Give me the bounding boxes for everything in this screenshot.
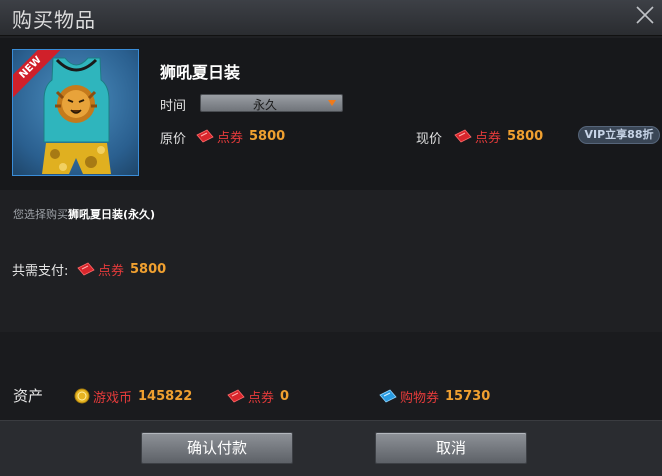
ticket-amount: 0 bbox=[280, 388, 290, 404]
red-ticket-icon bbox=[196, 129, 214, 143]
close-icon[interactable] bbox=[634, 4, 656, 26]
assets-label: 资产 bbox=[13, 387, 44, 405]
current-price-value: 5800 bbox=[507, 128, 544, 144]
confirm-payment-button[interactable]: 确认付款 bbox=[141, 432, 293, 464]
item-thumbnail: NEW bbox=[12, 49, 139, 176]
original-price: 点券 5800 bbox=[195, 127, 286, 146]
current-price-currency: 点券 bbox=[475, 130, 502, 146]
summary-item-name: 狮吼夏日装 bbox=[68, 208, 123, 221]
asset-voucher: 购物券 15730 bbox=[378, 387, 491, 406]
asset-ticket: 点券 0 bbox=[226, 387, 290, 406]
red-ticket-icon bbox=[77, 262, 95, 276]
original-price-label: 原价 bbox=[160, 132, 187, 147]
blue-ticket-icon bbox=[379, 389, 397, 403]
red-ticket-icon bbox=[227, 389, 245, 403]
purchase-summary: 您选择购买狮吼夏日装(永久) bbox=[13, 206, 155, 222]
footer bbox=[0, 420, 662, 476]
voucher-label: 购物券 bbox=[400, 390, 440, 406]
voucher-amount: 15730 bbox=[445, 388, 491, 404]
asset-game-coin: 游戏币 145822 bbox=[74, 387, 193, 406]
ticket-label: 点券 bbox=[248, 390, 275, 406]
gold-coin-icon bbox=[74, 388, 90, 404]
cancel-button[interactable]: 取消 bbox=[375, 432, 527, 464]
vip-discount-badge: VIP立享88折 bbox=[578, 126, 660, 144]
time-label: 时间 bbox=[160, 99, 187, 114]
summary-prefix: 您选择购买 bbox=[13, 208, 68, 221]
total-amount: 5800 bbox=[130, 261, 167, 277]
game-coin-label: 游戏币 bbox=[93, 390, 133, 406]
current-price: 点券 5800 bbox=[453, 127, 544, 146]
duration-select[interactable]: 永久 bbox=[200, 94, 343, 112]
total-label: 共需支付: bbox=[12, 264, 69, 279]
red-ticket-icon bbox=[454, 129, 472, 143]
total-price: 点券 5800 bbox=[76, 260, 167, 279]
dialog-title: 购买物品 bbox=[12, 8, 96, 32]
chevron-down-icon bbox=[328, 100, 336, 106]
current-price-label: 现价 bbox=[416, 132, 443, 147]
original-price-value: 5800 bbox=[249, 128, 286, 144]
item-name: 狮吼夏日装 bbox=[160, 63, 241, 82]
title-bar: 购买物品 bbox=[0, 0, 662, 36]
game-coin-amount: 145822 bbox=[138, 388, 193, 404]
total-currency: 点券 bbox=[98, 263, 125, 279]
duration-selected-value: 永久 bbox=[252, 98, 277, 112]
assets-panel bbox=[0, 332, 662, 420]
original-price-currency: 点券 bbox=[217, 130, 244, 146]
summary-duration: (永久) bbox=[123, 208, 156, 221]
purchase-dialog: 购买物品 NEW 狮吼夏日装 时间 永久 原价 点券 5800 现价 点券 58… bbox=[0, 0, 662, 476]
